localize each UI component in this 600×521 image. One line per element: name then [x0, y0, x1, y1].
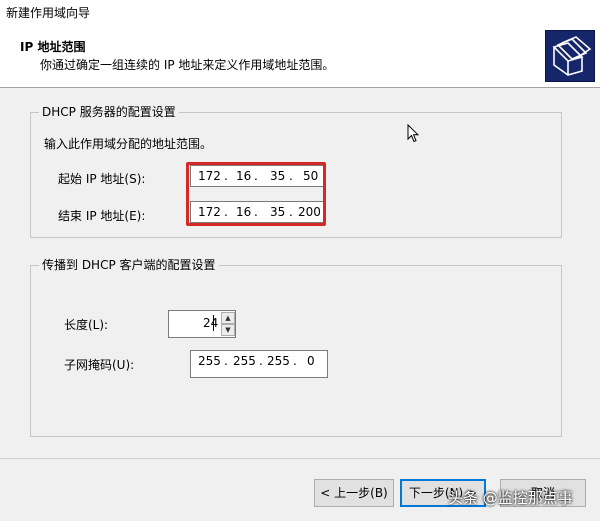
text-caret — [213, 315, 214, 331]
folders-icon — [545, 30, 595, 82]
length-value: 24 — [203, 316, 219, 330]
back-button[interactable]: < 上一步(B) — [314, 479, 394, 507]
window-titlebar: 新建作用域向导 — [0, 0, 600, 26]
page-title: IP 地址范围 — [20, 40, 86, 54]
ip-octet: 255 — [198, 354, 221, 368]
mouse-cursor-icon — [407, 123, 420, 147]
subnet-mask-label: 子网掩码(U): — [64, 358, 135, 372]
ip-dot: . — [259, 354, 263, 368]
ip-octet: 0 — [307, 354, 315, 368]
window-title: 新建作用域向导 — [6, 6, 91, 20]
red-highlight-box — [186, 162, 326, 226]
ip-dot: . — [224, 354, 228, 368]
spin-down-button[interactable]: ▼ — [221, 324, 235, 336]
ip-dot: . — [293, 354, 297, 368]
ip-octet: 255 — [267, 354, 290, 368]
group-legend: DHCP 服务器的配置设置 — [39, 105, 179, 119]
end-ip-label: 结束 IP 地址(E): — [58, 209, 146, 223]
wizard-header: IP 地址范围 你通过确定一组连续的 IP 地址来定义作用域地址范围。 — [0, 26, 600, 88]
subnet-mask-input[interactable]: 255 . 255 . 255 . 0 — [190, 350, 328, 378]
ip-octet: 255 — [233, 354, 256, 368]
length-stepper[interactable]: 24 ▲ ▼ — [168, 310, 236, 338]
watermark-text: 头条 @监控那点事 — [448, 489, 573, 507]
length-label: 长度(L): — [64, 318, 109, 332]
range-instruction: 输入此作用域分配的地址范围。 — [44, 137, 213, 151]
page-subtitle: 你通过确定一组连续的 IP 地址来定义作用域地址范围。 — [40, 58, 335, 72]
group-legend: 传播到 DHCP 客户端的配置设置 — [39, 258, 219, 272]
footer-divider — [0, 458, 600, 459]
spin-up-button[interactable]: ▲ — [221, 312, 235, 324]
start-ip-label: 起始 IP 地址(S): — [58, 172, 146, 186]
